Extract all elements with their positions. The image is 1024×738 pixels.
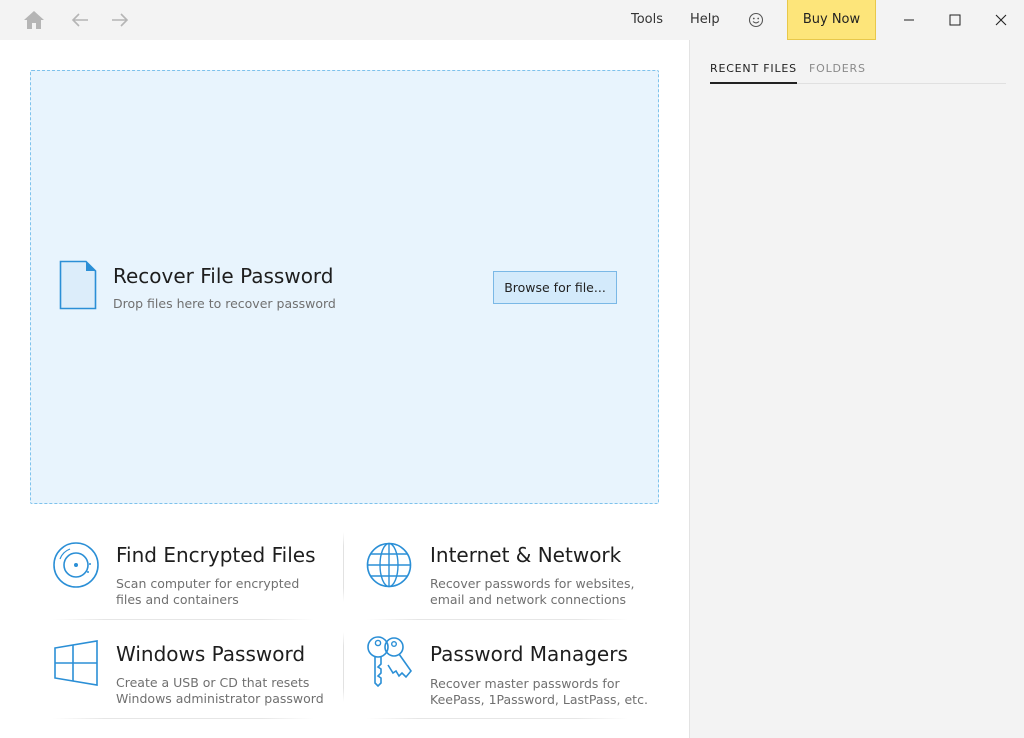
back-arrow-icon[interactable]: [68, 8, 92, 32]
side-pane: RECENT FILES FOLDERS: [689, 40, 1024, 738]
tile-description-line: files and containers: [116, 592, 239, 607]
windows-logo-icon: [52, 640, 102, 690]
tile-description: Recover passwords for websites, email an…: [430, 576, 640, 608]
browse-for-file-button[interactable]: Browse for file...: [493, 271, 617, 304]
tile-description: Recover master passwords for KeePass, 1P…: [430, 676, 650, 708]
tile-description: Scan computer for encrypted files and co…: [116, 576, 316, 608]
globe-icon: [366, 541, 416, 591]
disc-icon: [52, 541, 102, 591]
tab-recent-files[interactable]: RECENT FILES: [710, 62, 797, 84]
drop-zone-subtitle: Drop files here to recover password: [113, 296, 336, 311]
title-bar: Tools Help Buy Now: [0, 0, 1024, 40]
tile-title: Find Encrypted Files: [116, 543, 316, 567]
tile-windows-password[interactable]: Windows Password Create a USB or CD that…: [52, 640, 324, 728]
forward-arrow-icon[interactable]: [108, 8, 132, 32]
tile-divider: [52, 619, 314, 620]
help-menu[interactable]: Help: [690, 12, 720, 27]
tile-title: Password Managers: [430, 642, 628, 666]
tile-divider: [343, 532, 344, 602]
smiley-icon[interactable]: [744, 8, 768, 32]
tile-internet-network[interactable]: Internet & Network Recover passwords for…: [366, 541, 636, 629]
drop-zone-title: Recover File Password: [113, 264, 334, 288]
tile-title: Internet & Network: [430, 543, 622, 567]
tile-find-encrypted-files[interactable]: Find Encrypted Files Scan computer for e…: [52, 541, 322, 629]
tile-description-line: Windows administrator password: [116, 691, 324, 706]
tile-description-line: email and network connections: [430, 592, 627, 607]
tile-description-line: Scan computer for encrypted: [116, 576, 300, 591]
tile-divider: [343, 632, 344, 702]
tile-description: Create a USB or CD that resets Windows a…: [116, 675, 326, 707]
buy-now-button[interactable]: Buy Now: [787, 0, 876, 40]
tile-divider: [52, 718, 314, 719]
close-icon[interactable]: [978, 0, 1024, 40]
tile-description-line: Recover passwords for websites,: [430, 576, 635, 591]
tile-password-managers[interactable]: Password Managers Recover master passwor…: [366, 633, 648, 721]
tab-folders[interactable]: FOLDERS: [809, 62, 866, 84]
main-pane: Recover File Password Drop files here to…: [0, 40, 689, 738]
keys-icon: [366, 633, 416, 691]
maximize-icon[interactable]: [932, 0, 978, 40]
tile-divider: [366, 619, 628, 620]
tile-divider: [366, 718, 628, 719]
file-icon: [59, 260, 97, 314]
tile-description-line: KeePass, 1Password, LastPass, etc.: [430, 692, 648, 707]
tile-description-line: Recover master passwords for: [430, 676, 620, 691]
tools-menu[interactable]: Tools: [631, 12, 663, 27]
minimize-icon[interactable]: [886, 0, 932, 40]
tile-description-line: Create a USB or CD that resets: [116, 675, 310, 690]
file-drop-zone[interactable]: Recover File Password Drop files here to…: [30, 70, 659, 504]
tile-title: Windows Password: [116, 642, 306, 666]
side-tabs: RECENT FILES FOLDERS: [710, 62, 1006, 84]
home-icon[interactable]: [22, 8, 46, 32]
